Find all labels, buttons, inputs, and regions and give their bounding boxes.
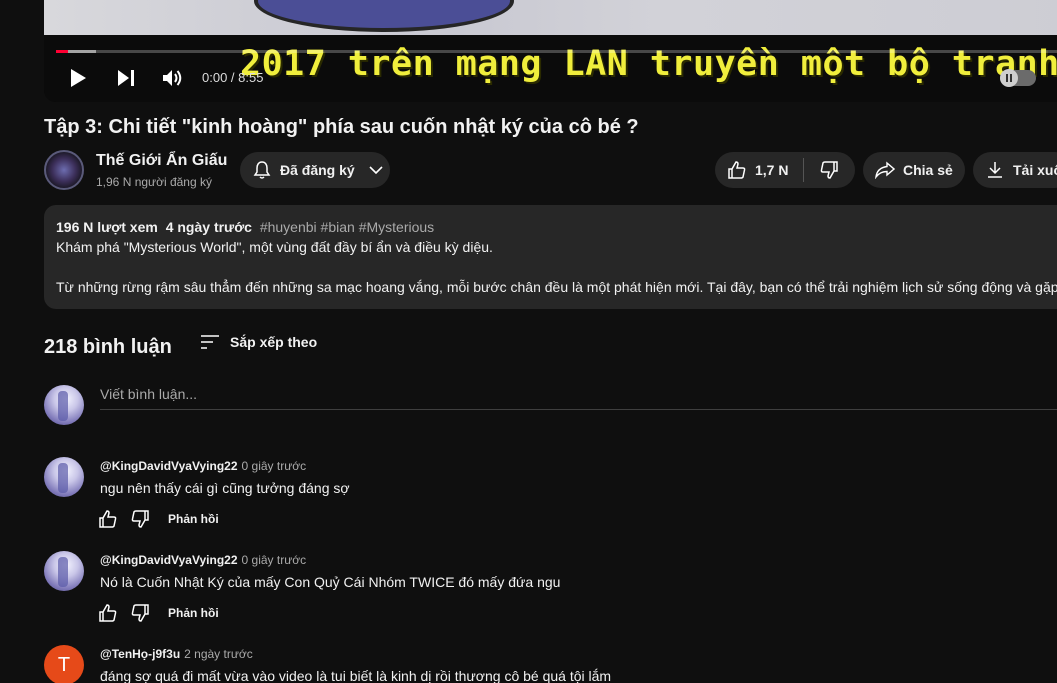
share-label: Chia sẻ: [903, 162, 953, 178]
like-count: 1,7 N: [755, 162, 789, 178]
dislike-button[interactable]: [804, 160, 854, 180]
progress-played: [56, 50, 69, 53]
comment-actions: Phản hồi: [96, 601, 219, 625]
description-box[interactable]: 196 N lượt xem 4 ngày trước #huyenbi #bi…: [44, 205, 1057, 309]
video-frame: [44, 0, 1057, 35]
subscribed-button[interactable]: Đã đăng ký: [240, 152, 390, 188]
volume-button[interactable]: [161, 66, 185, 90]
thumbs-down-icon: [820, 161, 838, 179]
comment-time[interactable]: 0 giây trước: [242, 553, 307, 567]
subscribed-label: Đã đăng ký: [280, 162, 355, 178]
left-margin: [0, 0, 44, 683]
download-button[interactable]: Tải xuố: [973, 152, 1057, 188]
subscriber-count: 1,96 N người đăng ký: [96, 175, 212, 189]
video-player[interactable]: 2017 trên mạng LAN truyền một bộ tranh h…: [44, 0, 1057, 102]
avatar-letter: T: [57, 653, 71, 676]
comment-avatar[interactable]: [44, 551, 84, 591]
comment-count: 218 bình luận: [44, 336, 172, 358]
comment-header: @KingDavidVyaVying22 0 giây trước: [100, 459, 306, 473]
comment-header: @KingDavidVyaVying22 0 giây trước: [100, 553, 306, 567]
thumbs-down-icon: [131, 510, 149, 528]
comment-author[interactable]: @TenHọ-j9f3u: [100, 647, 180, 661]
reply-button[interactable]: Phản hồi: [168, 606, 219, 620]
comment-author[interactable]: @KingDavidVyaVying22: [100, 459, 238, 473]
share-button[interactable]: Chia sẻ: [863, 152, 965, 188]
like-dislike-group: 1,7 N: [715, 152, 855, 188]
channel-avatar[interactable]: [44, 150, 84, 190]
play-icon: [71, 69, 86, 87]
comment-like-button[interactable]: [96, 507, 120, 531]
reply-button[interactable]: Phản hồi: [168, 512, 219, 526]
video-frame-figure: [254, 0, 514, 32]
video-title: Tập 3: Chi tiết "kinh hoàng" phía sau cu…: [44, 116, 639, 138]
next-icon: [118, 70, 134, 86]
sort-button[interactable]: Sắp xếp theo: [200, 334, 317, 350]
current-user-avatar: [44, 385, 84, 425]
progress-bar[interactable]: [56, 50, 1057, 53]
comment-time[interactable]: 2 ngày trước: [184, 647, 253, 661]
sort-label: Sắp xếp theo: [230, 334, 318, 350]
upload-date: 4 ngày trước: [165, 219, 252, 235]
volume-icon: [163, 70, 182, 86]
comment-like-button[interactable]: [96, 601, 120, 625]
channel-name[interactable]: Thế Giới Ẩn Giấu: [96, 152, 227, 170]
like-button[interactable]: 1,7 N: [715, 160, 803, 180]
thumbs-up-icon: [99, 510, 117, 528]
download-label: Tải xuố: [1013, 162, 1057, 178]
comment-header: @TenHọ-j9f3u 2 ngày trước: [100, 647, 253, 661]
comment-avatar[interactable]: [44, 457, 84, 497]
share-icon: [875, 161, 895, 179]
chevron-down-icon: [369, 166, 383, 175]
bell-icon: [253, 161, 271, 179]
next-button[interactable]: [114, 66, 138, 90]
view-count: 196 N lượt xem: [56, 219, 158, 235]
thumbs-down-icon: [131, 604, 149, 622]
autoplay-toggle[interactable]: [1000, 69, 1036, 87]
comment-text: ngu nên thấy cái gì cũng tưởng đáng sợ: [100, 480, 350, 496]
comment-input[interactable]: Viết bình luận...: [100, 386, 1057, 410]
comment-time[interactable]: 0 giây trước: [242, 459, 307, 473]
comment-actions: Phản hồi: [96, 507, 219, 531]
play-button[interactable]: [66, 66, 90, 90]
comment-dislike-button[interactable]: [128, 601, 152, 625]
autoplay-knob: [1000, 69, 1018, 87]
comment-avatar[interactable]: T: [44, 645, 84, 683]
hashtags[interactable]: #huyenbi #bian #Mysterious: [260, 219, 434, 235]
description-line-2: Từ những rừng rậm sâu thẳm đến những sa …: [56, 279, 1057, 295]
sort-icon: [201, 335, 219, 349]
comment-text: Nó là Cuốn Nhật Ký của mấy Con Quỷ Cái N…: [100, 574, 561, 590]
description-meta: 196 N lượt xem 4 ngày trước #huyenbi #bi…: [56, 219, 434, 235]
description-line-1: Khám phá "Mysterious World", một vùng đấ…: [56, 239, 493, 255]
download-icon: [988, 162, 1002, 178]
comment-text: đáng sợ quá đi mất vừa vào video là tui …: [100, 668, 612, 683]
time-display: 0:00 / 8:55: [202, 70, 264, 85]
comment-author[interactable]: @KingDavidVyaVying22: [100, 553, 238, 567]
pause-icon: [1006, 74, 1012, 82]
comment-dislike-button[interactable]: [128, 507, 152, 531]
thumbs-up-icon: [728, 161, 746, 179]
thumbs-up-icon: [99, 604, 117, 622]
